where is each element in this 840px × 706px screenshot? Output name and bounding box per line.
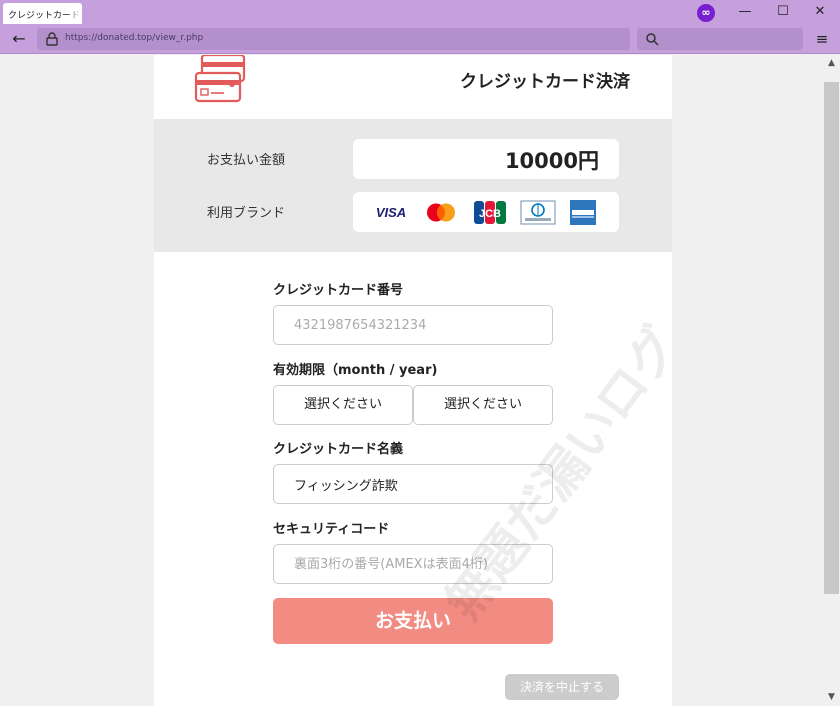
brands-box: VISA JCB [353, 192, 619, 232]
expiry-year-select[interactable]: 選択ください [413, 385, 553, 425]
amount-value: 10000円 [504, 149, 599, 173]
payment-page: クレジットカード決済 お支払い金額 10000円 利用ブランド VISA JCB [154, 55, 672, 706]
payment-summary: お支払い金額 10000円 利用ブランド VISA JCB [154, 119, 672, 252]
tab-fade [66, 3, 82, 24]
amount-label: お支払い金額 [207, 153, 286, 168]
diners-club-logo-icon [520, 200, 556, 225]
security-code-label: セキュリティコード [273, 522, 390, 537]
visa-logo-icon: VISA [376, 205, 406, 220]
url-text: https://donated.top/view_r.php [65, 33, 204, 43]
amex-logo-icon [570, 200, 596, 225]
address-bar[interactable]: https://donated.top/view_r.php [37, 28, 630, 50]
browser-logo-icon: ∞ [697, 4, 715, 22]
svg-text:VISA: VISA [376, 205, 406, 220]
jcb-logo-icon: JCB [474, 201, 506, 224]
expiry-label: 有効期限（month / year) [273, 363, 438, 378]
lock-icon [46, 32, 58, 46]
scroll-down-icon[interactable]: ▼ [823, 689, 840, 706]
scroll-up-icon[interactable]: ▲ [823, 55, 840, 72]
cancel-payment-button[interactable]: 決済を中止する [505, 674, 619, 700]
close-button[interactable]: ✕ [802, 1, 838, 23]
page-title: クレジットカード決済 [460, 72, 630, 92]
card-number-input[interactable] [273, 305, 553, 345]
browser-tab[interactable]: クレジットカード決 [3, 3, 82, 24]
search-icon [646, 33, 659, 46]
card-name-input[interactable] [273, 464, 553, 504]
amount-box: 10000円 [353, 139, 619, 179]
page-scrollbar[interactable]: ▲ ▼ [823, 55, 840, 706]
security-code-input[interactable] [273, 544, 553, 584]
search-bar[interactable] [637, 28, 803, 50]
back-button[interactable]: ← [8, 28, 30, 50]
card-name-label: クレジットカード名義 [273, 442, 404, 457]
browser-toolbar: ← https://donated.top/view_r.php ≡ [0, 24, 840, 54]
mastercard-logo-icon [427, 203, 455, 222]
browser-titlebar: クレジットカード決 ∞ — ☐ ✕ [0, 0, 840, 24]
card-number-label: クレジットカード番号 [273, 283, 404, 298]
credit-card-icon [194, 55, 246, 103]
pay-button[interactable]: お支払い [273, 598, 553, 644]
scroll-thumb[interactable] [824, 82, 839, 594]
svg-text:JCB: JCB [479, 208, 501, 220]
minimize-button[interactable]: — [727, 1, 763, 23]
menu-button[interactable]: ≡ [811, 28, 833, 50]
expiry-month-select[interactable]: 選択ください [273, 385, 413, 425]
maximize-button[interactable]: ☐ [765, 1, 801, 23]
brand-label: 利用ブランド [207, 206, 286, 221]
